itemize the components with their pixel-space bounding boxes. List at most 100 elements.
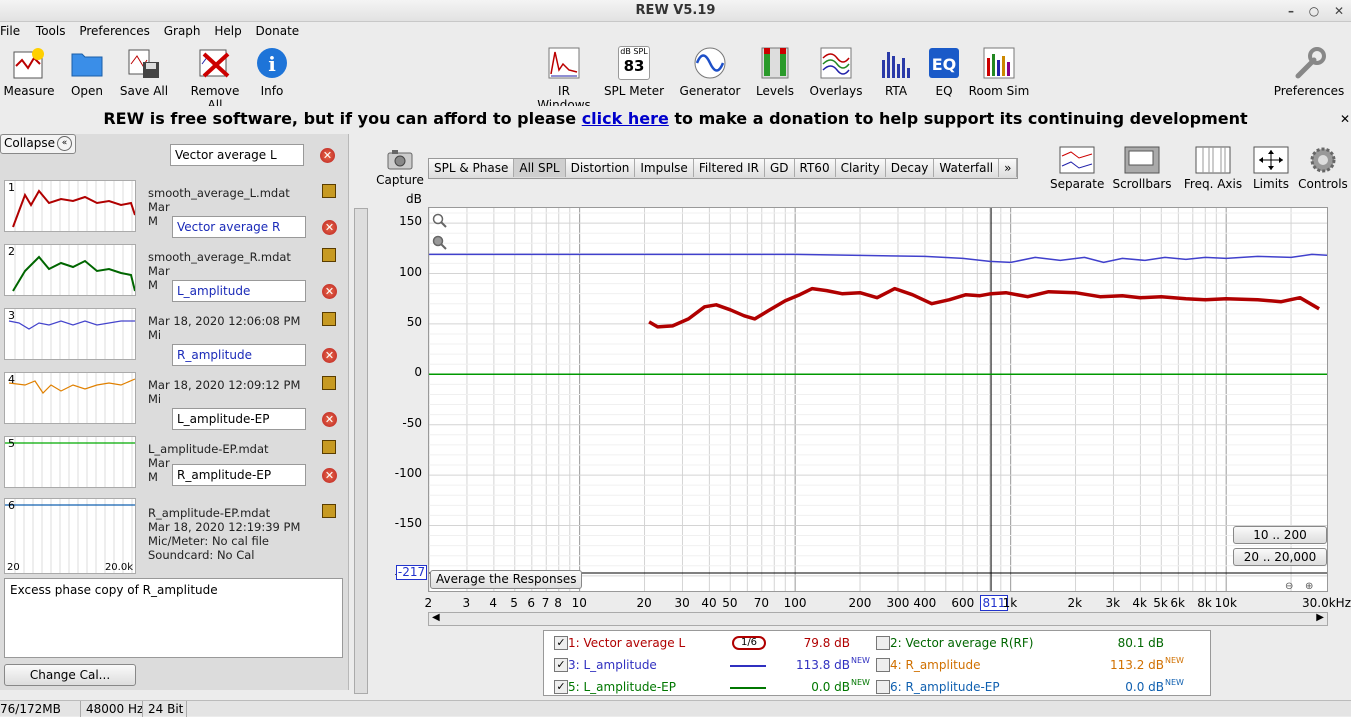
collapse-icon: « — [57, 136, 72, 151]
x-scrollbar[interactable]: ◀ ▶ — [428, 612, 1328, 626]
zoom-out-icon[interactable] — [432, 235, 448, 254]
menu-preferences[interactable]: Preferences — [73, 22, 154, 38]
minimize-icon[interactable]: – — [1283, 3, 1299, 19]
measurement-name-field[interactable]: Vector average L — [170, 144, 304, 166]
room-sim-icon — [982, 46, 1016, 80]
legend-new-badge: NEW — [1165, 678, 1184, 687]
measurements-scrollbar[interactable] — [354, 208, 368, 694]
overlays-icon — [819, 46, 853, 80]
spl-graph[interactable]: ⊖ ⊕ — [428, 207, 1328, 592]
measurement-name-field[interactable]: L_amplitude — [172, 280, 306, 302]
controls-button[interactable]: Controls — [1298, 146, 1348, 191]
x-tick-label: 4k — [1132, 596, 1147, 610]
remove-all-button[interactable]: Remove All — [182, 46, 248, 112]
preferences-label: Preferences — [1273, 84, 1345, 98]
y-cursor-readout: -217 — [396, 565, 427, 580]
spl-meter-unit: dB SPL — [620, 47, 648, 56]
save-all-button[interactable]: Save All — [118, 46, 170, 98]
menu-file[interactable]: File — [0, 22, 24, 38]
x-tick-label: 2k — [1067, 596, 1083, 610]
separate-button[interactable]: Separate — [1050, 146, 1104, 191]
legend-panel: ✓ 1: Vector average L 1/6 79.8 dB 2: Vector … — [543, 630, 1211, 696]
maximize-icon[interactable]: ○ — [1306, 3, 1322, 19]
x-tick-label: 600 — [951, 596, 975, 610]
levels-button[interactable]: Levels — [754, 46, 796, 98]
legend-checkbox[interactable]: ✓ — [554, 636, 568, 650]
average-responses-button[interactable]: Average the Responses — [430, 570, 583, 589]
edit-notes-icon[interactable] — [322, 440, 336, 454]
scroll-left-icon[interactable]: ◀ — [432, 612, 440, 623]
info-label: Info — [260, 84, 284, 98]
x-tick-label: 5k — [1153, 596, 1168, 610]
tab-spl-phase[interactable]: SPL & Phase — [429, 159, 515, 177]
measurement-number: 6 — [8, 499, 15, 512]
spl-meter-button[interactable]: dB SPL 83 SPL Meter — [603, 46, 665, 98]
separate-label: Separate — [1050, 177, 1105, 191]
delete-measurement-icon[interactable]: ✕ — [322, 284, 337, 299]
legend-checkbox[interactable] — [876, 636, 890, 650]
eq-button[interactable]: EQ EQ — [926, 46, 962, 98]
menu-help[interactable]: Help — [208, 22, 245, 38]
scrollbars-button[interactable]: Scrollbars — [1112, 146, 1172, 191]
legend-checkbox[interactable] — [876, 680, 890, 694]
menu-donate[interactable]: Donate — [250, 22, 304, 38]
measurement-name-field[interactable]: R_amplitude — [172, 344, 306, 366]
overlays-button[interactable]: Overlays — [808, 46, 864, 98]
measurement-date: Mi — [148, 392, 162, 406]
legend-checkbox[interactable] — [876, 658, 890, 672]
capture-button[interactable]: Capture — [376, 148, 424, 190]
svg-text:i: i — [268, 52, 276, 76]
tab-all-spl[interactable]: All SPL — [514, 159, 566, 177]
delete-measurement-icon[interactable]: ✕ — [322, 348, 337, 363]
tab-waterfall[interactable]: Waterfall — [934, 159, 1000, 177]
preferences-button[interactable]: Preferences — [1272, 46, 1346, 98]
donation-link[interactable]: click here — [582, 109, 669, 128]
legend-checkbox[interactable]: ✓ — [554, 680, 568, 694]
banner-close-icon[interactable]: ✕ — [1340, 106, 1350, 132]
measurement-thumbnail[interactable]: 6 20 20.0k — [4, 498, 136, 574]
legend-checkbox[interactable]: ✓ — [554, 658, 568, 672]
x-tick-label: 400 — [913, 596, 937, 610]
open-button[interactable]: Open — [64, 46, 110, 98]
tab-distortion[interactable]: Distortion — [565, 159, 636, 177]
tab-filtered-ir[interactable]: Filtered IR — [693, 159, 765, 177]
range-10-200-button[interactable]: 10 .. 200 — [1233, 526, 1327, 544]
close-icon[interactable]: ✕ — [1331, 3, 1347, 19]
delete-measurement-icon[interactable]: ✕ — [320, 148, 335, 163]
tab-more[interactable]: » — [999, 159, 1018, 177]
generator-button[interactable]: Generator — [679, 46, 741, 98]
measurement-notes[interactable]: Excess phase copy of R_amplitude — [4, 578, 343, 658]
tab-gd[interactable]: GD — [764, 159, 795, 177]
scroll-right-icon[interactable]: ▶ — [1316, 612, 1324, 623]
measurement-row[interactable]: 6 20 20.0k R_amplitude-EP.mdat Mar 18, 2020 … — [2, 464, 347, 574]
zoom-x-out-icon: ⊖ — [1285, 581, 1293, 592]
eq-icon: EQ — [927, 46, 961, 80]
limits-label: Limits — [1253, 177, 1289, 191]
levels-icon — [758, 46, 792, 80]
measurement-date: Mar — [148, 200, 170, 214]
info-button[interactable]: i Info — [254, 46, 290, 98]
change-cal-button[interactable]: Change Cal... — [4, 664, 136, 686]
edit-notes-icon[interactable] — [322, 248, 336, 262]
wrench-icon — [1292, 46, 1326, 80]
room-sim-button[interactable]: Room Sim — [968, 46, 1030, 98]
x-tick-label: 2 — [424, 596, 433, 610]
measure-button[interactable]: Measure — [2, 46, 56, 98]
menu-tools[interactable]: Tools — [28, 22, 70, 38]
limits-button[interactable]: Limits — [1250, 146, 1292, 191]
graph-tools: Separate Scrollbars Freq. Axis Limits Co… — [1050, 146, 1350, 192]
edit-notes-icon[interactable] — [322, 184, 336, 198]
range-20-20000-button[interactable]: 20 .. 20,000 — [1233, 548, 1327, 566]
menu-graph[interactable]: Graph — [158, 22, 205, 38]
collapse-button[interactable]: Collapse « — [0, 134, 76, 154]
tab-decay[interactable]: Decay — [885, 159, 935, 177]
zoom-in-icon[interactable] — [432, 213, 448, 232]
measurement-thumbnail[interactable]: 5 — [4, 436, 136, 488]
open-label: Open — [70, 84, 104, 98]
freq-axis-button[interactable]: Freq. Axis — [1182, 146, 1244, 191]
rta-button[interactable]: RTA — [878, 46, 914, 98]
tab-rt60[interactable]: RT60 — [794, 159, 836, 177]
tab-impulse[interactable]: Impulse — [635, 159, 694, 177]
tab-clarity[interactable]: Clarity — [835, 159, 886, 177]
ir-windows-button[interactable]: IR Windows — [531, 46, 597, 112]
